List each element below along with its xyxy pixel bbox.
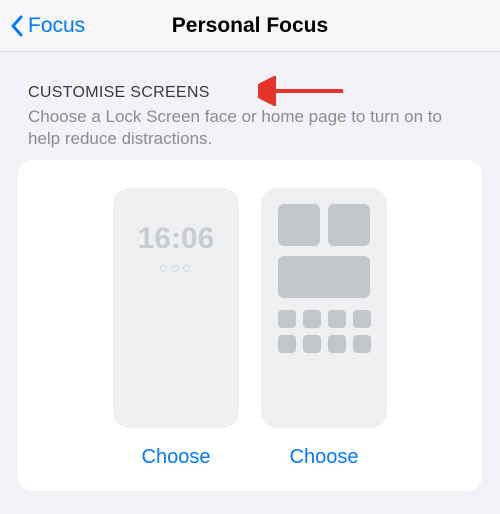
section-subtitle: Choose a Lock Screen face or home page t… bbox=[28, 106, 472, 150]
screen-previews: 16:06 ○○○ Choose bbox=[38, 188, 462, 469]
app-icon-grid bbox=[275, 310, 373, 353]
lock-screen-content: 16:06 ○○○ bbox=[113, 188, 239, 278]
lock-screen-preview[interactable]: 16:06 ○○○ bbox=[113, 188, 239, 428]
lock-screen-column: 16:06 ○○○ Choose bbox=[113, 188, 239, 469]
chevron-left-icon bbox=[10, 15, 24, 37]
app-icon bbox=[278, 310, 296, 328]
choose-home-screen-button[interactable]: Choose bbox=[290, 446, 359, 469]
app-icon bbox=[353, 335, 371, 353]
section-header: CUSTOMISE SCREENS bbox=[28, 84, 472, 102]
app-icon bbox=[303, 335, 321, 353]
lock-screen-time: 16:06 bbox=[138, 222, 215, 256]
widget-square-icon bbox=[278, 204, 320, 246]
widget-rect-icon bbox=[278, 256, 370, 298]
choose-lock-screen-button[interactable]: Choose bbox=[142, 446, 211, 469]
app-icon bbox=[278, 335, 296, 353]
page-title: Personal Focus bbox=[172, 14, 328, 38]
content-area: CUSTOMISE SCREENS Choose a Lock Screen f… bbox=[0, 52, 500, 491]
back-button[interactable]: Focus bbox=[10, 14, 85, 38]
navigation-bar: Focus Personal Focus bbox=[0, 0, 500, 52]
back-label: Focus bbox=[28, 14, 85, 38]
widget-square-icon bbox=[328, 204, 370, 246]
customise-screens-card: 16:06 ○○○ Choose bbox=[18, 160, 482, 491]
app-icon bbox=[303, 310, 321, 328]
home-screen-preview[interactable] bbox=[261, 188, 387, 428]
home-screen-column: Choose bbox=[261, 188, 387, 469]
app-icon bbox=[328, 310, 346, 328]
home-screen-content bbox=[261, 188, 387, 369]
widget-row-1 bbox=[275, 204, 373, 246]
app-icon bbox=[353, 310, 371, 328]
lock-screen-widgets-placeholder: ○○○ bbox=[159, 260, 194, 278]
app-icon bbox=[328, 335, 346, 353]
widget-row-2 bbox=[275, 256, 373, 298]
section-header-block: CUSTOMISE SCREENS Choose a Lock Screen f… bbox=[28, 84, 472, 150]
